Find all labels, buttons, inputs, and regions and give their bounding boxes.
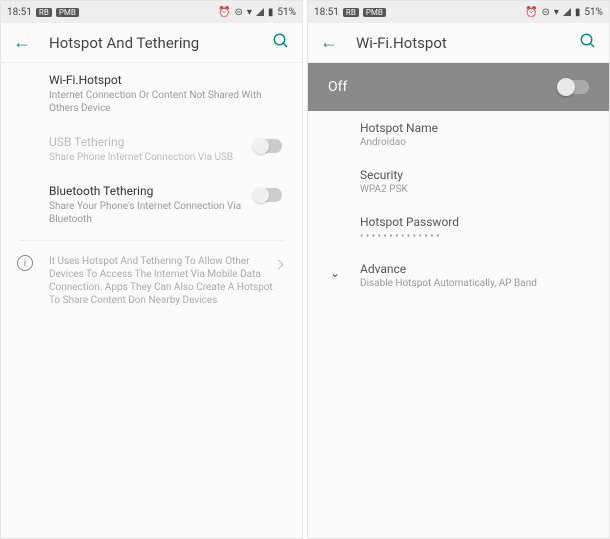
item-title: Hotspot Password — [360, 215, 589, 229]
item-value: WPA2 PSK — [360, 184, 589, 195]
dnd-icon: ⊝ — [234, 7, 242, 18]
chevron-right-icon — [275, 257, 282, 273]
signal-icon — [563, 8, 571, 16]
divider — [19, 240, 284, 241]
alarm-icon: ⏰ — [218, 7, 230, 18]
hotspot-master-toggle[interactable]: Off — [308, 63, 609, 111]
item-value: Androidao — [360, 137, 589, 148]
app-bar: ← Hotspot And Tethering — [1, 23, 302, 63]
item-title: Advance — [360, 262, 589, 276]
info-icon: i — [17, 255, 33, 271]
info-text: It Uses Hotspot And Tethering To Allow O… — [49, 256, 273, 306]
item-title: Security — [360, 168, 589, 182]
toggle-label: Off — [328, 79, 347, 95]
status-badge: PMB — [56, 8, 79, 17]
item-subtitle: Share Your Phone's Internet Connection V… — [49, 200, 284, 226]
security-item[interactable]: Security WPA2 PSK — [308, 158, 609, 205]
master-switch[interactable] — [559, 80, 589, 94]
status-bar: 18:51 RB PMB ⏰ ⊝ ▾ ▮ 51% — [1, 1, 302, 23]
screen-wifi-hotspot: 18:51 RB PMB ⏰ ⊝ ▾ ▮ 51% ← Wi-Fi.Hotspot… — [307, 0, 610, 539]
app-bar: ← Wi-Fi.Hotspot — [308, 23, 609, 63]
bluetooth-tethering-toggle[interactable] — [254, 188, 282, 202]
status-time: 18:51 — [7, 7, 32, 18]
settings-list: Wi-Fi.Hotspot Internet Connection Or Con… — [1, 63, 302, 538]
battery-percent: 51% — [277, 7, 296, 18]
status-badge: RB — [343, 8, 359, 17]
item-subtitle: Disable Hotspot Automatically, AP Band — [360, 278, 589, 289]
hotspot-name-item[interactable]: Hotspot Name Androidao — [308, 111, 609, 158]
battery-icon: ▮ — [575, 7, 581, 18]
item-subtitle: Internet Connection Or Content Not Share… — [49, 89, 284, 115]
status-badge: PMB — [363, 8, 386, 17]
battery-icon: ▮ — [268, 7, 274, 18]
alarm-icon: ⏰ — [525, 7, 537, 18]
status-badge: RB — [36, 8, 52, 17]
item-subtitle: Share Phone Internet Connection Via USB — [49, 151, 284, 164]
item-value: • • • • • • • • • • • • • • — [360, 231, 589, 242]
item-title: Bluetooth Tethering — [49, 184, 284, 198]
search-icon[interactable] — [579, 32, 597, 54]
screen-hotspot-tethering: 18:51 RB PMB ⏰ ⊝ ▾ ▮ 51% ← Hotspot And T… — [0, 0, 303, 539]
battery-percent: 51% — [584, 7, 603, 18]
back-arrow-icon[interactable]: ← — [320, 32, 338, 53]
signal-icon — [256, 8, 264, 16]
wifi-icon: ▾ — [247, 7, 252, 18]
back-arrow-icon[interactable]: ← — [13, 32, 31, 53]
status-time: 18:51 — [314, 7, 339, 18]
chevron-down-icon: ⌄ — [330, 266, 340, 280]
item-title: Wi-Fi.Hotspot — [49, 73, 284, 87]
usb-tethering-toggle — [254, 139, 282, 153]
wifi-icon: ▾ — [554, 7, 559, 18]
advance-item[interactable]: ⌄ Advance Disable Hotspot Automatically,… — [308, 252, 609, 299]
password-item[interactable]: Hotspot Password • • • • • • • • • • • •… — [308, 205, 609, 252]
status-bar: 18:51 RB PMB ⏰ ⊝ ▾ ▮ 51% — [308, 1, 609, 23]
usb-tethering-item: USB Tethering Share Phone Internet Conne… — [1, 125, 302, 174]
page-title: Hotspot And Tethering — [49, 34, 254, 52]
item-title: USB Tethering — [49, 135, 284, 149]
info-footer[interactable]: i It Uses Hotspot And Tethering To Allow… — [1, 245, 302, 317]
item-title: Hotspot Name — [360, 121, 589, 135]
dnd-icon: ⊝ — [541, 7, 549, 18]
hotspot-settings-list: Hotspot Name Androidao Security WPA2 PSK… — [308, 111, 609, 538]
page-title: Wi-Fi.Hotspot — [356, 34, 561, 52]
wifi-hotspot-item[interactable]: Wi-Fi.Hotspot Internet Connection Or Con… — [1, 63, 302, 125]
search-icon[interactable] — [272, 32, 290, 54]
bluetooth-tethering-item[interactable]: Bluetooth Tethering Share Your Phone's I… — [1, 174, 302, 236]
